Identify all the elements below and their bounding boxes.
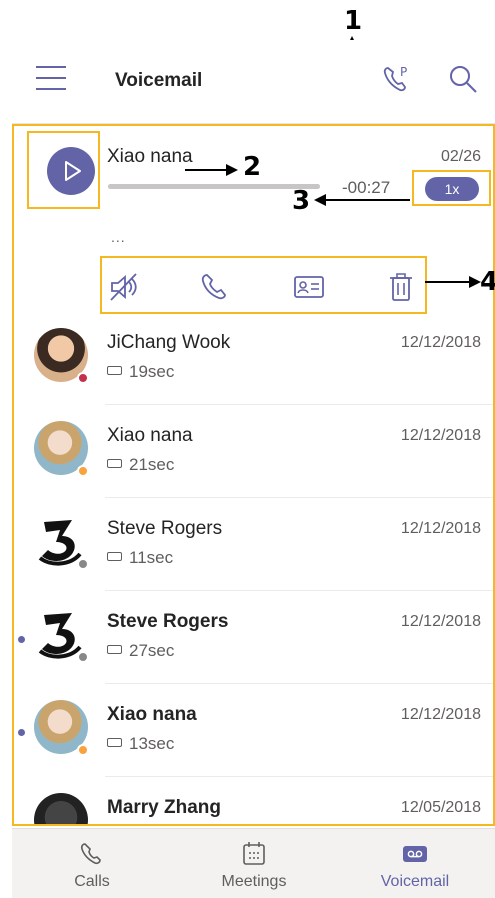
search-icon[interactable] xyxy=(446,62,480,96)
caller-name: JiChang Wook xyxy=(107,332,231,353)
duration: 21sec xyxy=(107,455,174,475)
calls-icon xyxy=(80,843,101,865)
list-item[interactable]: Marry Zhang 12/05/2018 xyxy=(14,777,493,824)
call-back-icon[interactable] xyxy=(198,270,232,304)
caller-name: Xiao nana xyxy=(107,425,193,446)
park-call-icon[interactable]: P xyxy=(380,62,414,96)
presence-away-icon xyxy=(77,744,89,756)
playback-progress-bar[interactable] xyxy=(108,184,320,189)
duration: 27sec xyxy=(107,641,174,661)
page-title: Voicemail xyxy=(115,70,203,91)
voicemail-sender-name: Xiao nana xyxy=(107,146,193,167)
play-button[interactable] xyxy=(47,147,95,195)
hamburger-menu-icon[interactable] xyxy=(36,66,66,90)
app-header: Voicemail P xyxy=(12,40,495,124)
annotation-arrow-2 xyxy=(185,164,238,176)
list-item[interactable]: JiChang Wook 19sec 12/12/2018 xyxy=(14,312,493,405)
delete-icon[interactable] xyxy=(384,270,418,304)
voicemail-icon xyxy=(107,645,122,655)
voicemail-actions xyxy=(100,256,427,314)
tab-label: Calls xyxy=(74,873,110,890)
list-item[interactable]: Xiao nana 21sec 12/12/2018 xyxy=(14,405,493,498)
tab-label: Voicemail xyxy=(380,873,450,890)
tab-calls[interactable]: Calls xyxy=(12,829,172,898)
tab-label: Meetings xyxy=(221,873,287,890)
voicemail-date: 12/05/2018 xyxy=(400,799,481,816)
presence-offline-icon xyxy=(77,558,89,570)
unread-indicator xyxy=(18,729,25,736)
voicemail-icon xyxy=(107,459,122,469)
annotation-4: 4 xyxy=(480,267,495,297)
voicemail-list: Xiao nana 02/26 -00:27 1x ... JiChang Wo… xyxy=(12,124,495,826)
voicemail-date: 12/12/2018 xyxy=(400,706,481,723)
tab-voicemail[interactable]: Voicemail xyxy=(335,829,495,898)
caller-name: Steve Rogers xyxy=(107,611,229,632)
svg-text:P: P xyxy=(400,65,407,79)
voicemail-date: 12/12/2018 xyxy=(400,427,481,444)
annotation-3: 3 xyxy=(292,186,311,216)
voicemail-icon xyxy=(107,366,122,376)
progress-fill xyxy=(108,184,320,189)
duration: 11sec xyxy=(107,548,173,568)
voicemail-icon xyxy=(403,846,427,862)
speaker-mute-icon[interactable] xyxy=(108,270,142,304)
duration: 13sec xyxy=(107,734,174,754)
annotation-arrow-4 xyxy=(425,276,481,288)
annotation-1: 1 xyxy=(344,6,363,36)
list-item[interactable]: Steve Rogers 27sec 12/12/2018 xyxy=(14,591,493,684)
caller-name: Steve Rogers xyxy=(107,518,223,539)
play-highlight xyxy=(27,131,100,209)
avatar xyxy=(34,793,88,824)
duration: 19sec xyxy=(107,362,174,382)
presence-away-icon xyxy=(77,465,89,477)
unread-indicator xyxy=(18,636,25,643)
speed-highlight: 1x xyxy=(412,170,491,206)
caller-name: Marry Zhang xyxy=(107,797,222,818)
transcript-more[interactable]: ... xyxy=(111,229,126,245)
voicemail-icon xyxy=(107,738,122,748)
play-icon xyxy=(65,161,81,181)
tab-meetings[interactable]: Meetings xyxy=(174,829,334,898)
caller-name: Xiao nana xyxy=(107,704,197,725)
contact-card-icon[interactable] xyxy=(292,270,326,304)
list-item[interactable]: Xiao nana 13sec 12/12/2018 xyxy=(14,684,493,777)
presence-busy-icon xyxy=(77,372,89,384)
voicemail-date: 12/12/2018 xyxy=(400,334,481,351)
voicemail-date: 12/12/2018 xyxy=(400,520,481,537)
presence-offline-icon xyxy=(77,651,89,663)
list-item[interactable]: Steve Rogers 11sec 12/12/2018 xyxy=(14,498,493,591)
voicemail-date: 02/26 xyxy=(440,148,481,165)
calendar-icon xyxy=(243,842,265,865)
bottom-navigation: Calls Meetings Voicemail xyxy=(12,828,495,898)
voicemail-date: 12/12/2018 xyxy=(400,613,481,630)
annotation-2: 2 xyxy=(243,152,262,182)
voicemail-icon xyxy=(107,552,122,562)
playback-speed-button[interactable]: 1x xyxy=(425,177,479,201)
annotation-arrow-3 xyxy=(314,194,410,206)
